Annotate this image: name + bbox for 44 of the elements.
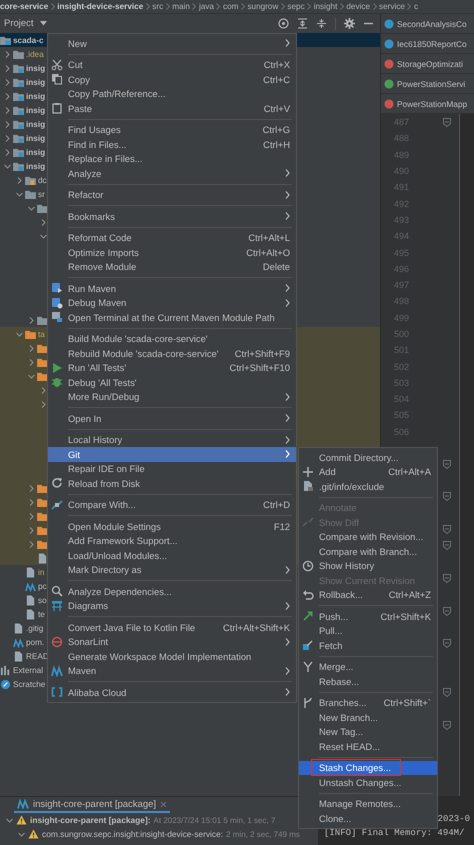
tree-item-label: insig xyxy=(26,64,46,72)
shortcut-label: Ctrl+H xyxy=(263,138,290,150)
shortcut-label: Ctrl+C xyxy=(263,74,290,85)
tree-item-label: insig xyxy=(26,148,46,156)
tree-item-label: sr xyxy=(38,190,45,198)
tree-item-label: in xyxy=(38,568,44,576)
tree-item-label: External xyxy=(13,666,44,674)
tree-item-label: pc xyxy=(38,582,47,590)
tree-item-label: insig xyxy=(26,120,46,128)
tree-item-label: so xyxy=(38,596,47,604)
shortcut-label: Ctrl+Shift+K xyxy=(380,610,431,622)
tree-item-label: te xyxy=(38,610,45,618)
shortcut-label: F12 xyxy=(274,520,290,532)
run-item-label: com.sungrow.sepc.insight:insight-device-service: xyxy=(42,829,224,839)
run-item-detail: At 2023/7/24 15:01 5 min, 1 sec, 7 xyxy=(154,816,276,824)
shortcut-label: Ctrl+Alt+Z xyxy=(388,589,431,600)
tree-item-label: .gitig xyxy=(26,624,44,632)
shortcut-label: Ctrl+Alt+A xyxy=(388,466,431,478)
shortcut-label: Ctrl+Alt+O xyxy=(246,246,290,258)
shortcut-label: Ctrl+G xyxy=(262,124,290,136)
shortcut-label: Ctrl+X xyxy=(264,59,290,70)
console-line: 2023-0 xyxy=(438,814,470,824)
run-item-detail: 2 min, 2 sec, 749 ms xyxy=(226,830,300,838)
tree-item-label: .idea xyxy=(26,50,44,58)
tree-item-label: insig xyxy=(26,134,46,142)
shortcut-label: Ctrl+D xyxy=(263,499,290,510)
shortcut-label: Ctrl+Shift+F9 xyxy=(234,348,290,359)
tree-item-label: insig xyxy=(26,92,46,100)
shortcut-label: Ctrl+Alt+Shift+K xyxy=(223,622,290,633)
tree-item-label: insig xyxy=(26,162,46,170)
shortcut-label: Ctrl+Alt+L xyxy=(248,232,290,244)
shortcut-label: Ctrl+Shift+F10 xyxy=(230,362,290,374)
shortcut-label: Ctrl+Shift+` xyxy=(384,697,431,708)
console-line: [INFO] Final Memory: 494M/ xyxy=(324,828,464,838)
tree-item-label: pom. xyxy=(26,638,44,646)
tree-item-label: insig xyxy=(26,106,46,114)
tree-item-label: insig xyxy=(26,78,46,86)
shortcut-label: Ctrl+V xyxy=(264,102,290,114)
tree-item-label: dc xyxy=(38,176,47,184)
run-item-label: insight-core-parent [package]: xyxy=(30,815,151,825)
tree-item-label: Scratche xyxy=(13,680,46,688)
shortcut-label: Delete xyxy=(262,261,290,272)
tree-item-label: ta xyxy=(38,330,45,338)
tree-item-label: scada-c xyxy=(13,36,44,44)
